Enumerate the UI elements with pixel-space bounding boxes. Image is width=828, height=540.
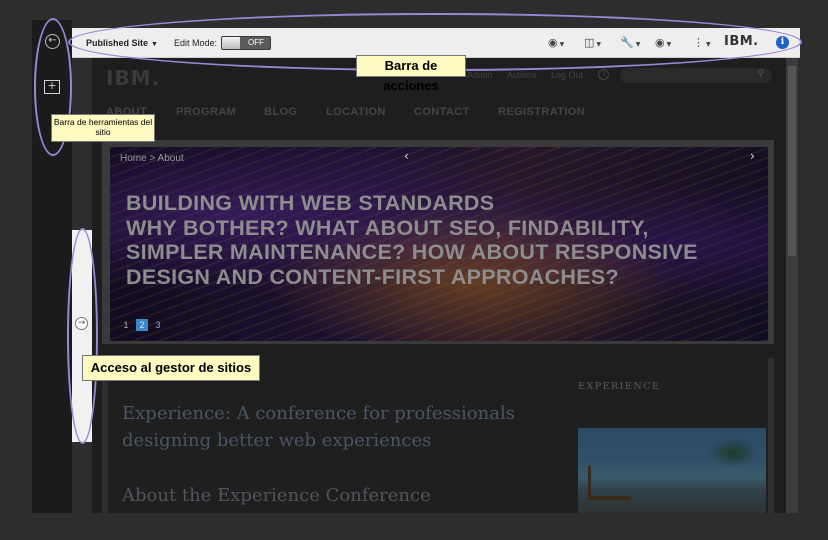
- content-area: Experience: A conference for professiona…: [102, 358, 774, 513]
- edit-mode-toggle[interactable]: OFF: [221, 36, 271, 50]
- add-content-icon[interactable]: +: [44, 80, 60, 94]
- hero-title-line: DESIGN AND CONTENT-FIRST APPROACHES?: [126, 264, 619, 289]
- caret-down-icon: ▼: [151, 41, 158, 48]
- nav-registration[interactable]: REGISTRATION: [498, 106, 585, 118]
- pager-item[interactable]: 1: [120, 319, 132, 331]
- arrow-right-icon[interactable]: →: [75, 317, 88, 330]
- site-toolbar-callout: Barra de herramientas del sitio: [51, 114, 155, 142]
- site-toolbar: ← +: [32, 20, 72, 513]
- pager-item-active[interactable]: 2: [136, 319, 148, 331]
- search-icon[interactable]: ⚲: [757, 69, 764, 79]
- toggle-knob: [222, 37, 240, 49]
- site-manager-handle[interactable]: →: [72, 230, 92, 442]
- logout-link[interactable]: Log Out: [551, 70, 583, 80]
- eye-icon[interactable]: ◉ ▼: [655, 35, 671, 51]
- hero-title-line: WHY BOTHER? WHAT ABOUT SEO, FINDABILITY,: [126, 215, 649, 240]
- nav-location[interactable]: LOCATION: [326, 106, 386, 118]
- site-search-input[interactable]: ⚲: [620, 68, 772, 83]
- actions-link[interactable]: Actions: [507, 70, 537, 80]
- device-icon[interactable]: ◫ ▼: [584, 35, 601, 51]
- hero-title: BUILDING WITH WEB STANDARDS WHY BOTHER? …: [126, 191, 756, 289]
- wordpress-icon[interactable]: ◉ ▼: [548, 35, 564, 51]
- hero-title-line: BUILDING WITH WEB STANDARDS: [126, 191, 495, 215]
- scrollbar-thumb[interactable]: [788, 66, 796, 256]
- side-photo: [578, 428, 766, 513]
- site-page: IBM. Admin Actions Log Out ? ⚲ ABOUT PRO…: [92, 58, 786, 513]
- carousel-next-icon[interactable]: ›: [750, 149, 755, 163]
- published-site-label: Published Site: [86, 38, 149, 48]
- nav-contact[interactable]: CONTACT: [414, 106, 470, 118]
- breadcrumb[interactable]: Home > About: [120, 153, 184, 164]
- action-bar-callout: Barra de acciones: [356, 55, 466, 93]
- carousel-prev-icon[interactable]: ‹: [404, 149, 409, 163]
- site-nav: ABOUT PROGRAM BLOG LOCATION CONTACT REGI…: [92, 94, 786, 128]
- carousel-pager: 123: [120, 319, 168, 331]
- back-arrow-icon[interactable]: ←: [45, 34, 60, 49]
- nav-blog[interactable]: BLOG: [264, 106, 297, 118]
- help-icon[interactable]: ?: [598, 69, 609, 80]
- page-scrollbar[interactable]: [786, 58, 798, 513]
- info-icon[interactable]: i: [776, 36, 789, 49]
- admin-link[interactable]: Admin: [467, 70, 493, 80]
- wrench-icon[interactable]: 🔧 ▼: [620, 35, 640, 51]
- toggle-state: OFF: [248, 38, 264, 47]
- nav-program[interactable]: PROGRAM: [176, 106, 236, 118]
- action-bar: Published Site ▼ Edit Mode: OFF ◉ ▼ ◫ ▼ 🔧 ▼ …: [72, 28, 800, 58]
- content-headline: Experience: A conference for professiona…: [122, 403, 515, 451]
- side-label: EXPERIENCE: [578, 381, 661, 392]
- content-panel: Experience: A conference for professiona…: [102, 358, 774, 513]
- ibm-logo: IBM.: [724, 34, 759, 49]
- more-icon[interactable]: ⋮ ▼: [693, 35, 711, 51]
- site-manager-callout: Acceso al gestor de sitios: [82, 355, 260, 381]
- content-subhead: About the Experience Conference: [122, 485, 431, 506]
- pager-item[interactable]: 3: [152, 319, 164, 331]
- edit-mode-label: Edit Mode:: [174, 38, 218, 48]
- hero-title-line: SIMPLER MAINTENANCE? HOW ABOUT RESPONSIV…: [126, 240, 698, 264]
- site-logo[interactable]: IBM.: [106, 66, 160, 90]
- hero-carousel: Home > About ‹ › BUILDING WITH WEB STAND…: [110, 147, 768, 341]
- published-site-dropdown[interactable]: Published Site ▼: [86, 28, 158, 58]
